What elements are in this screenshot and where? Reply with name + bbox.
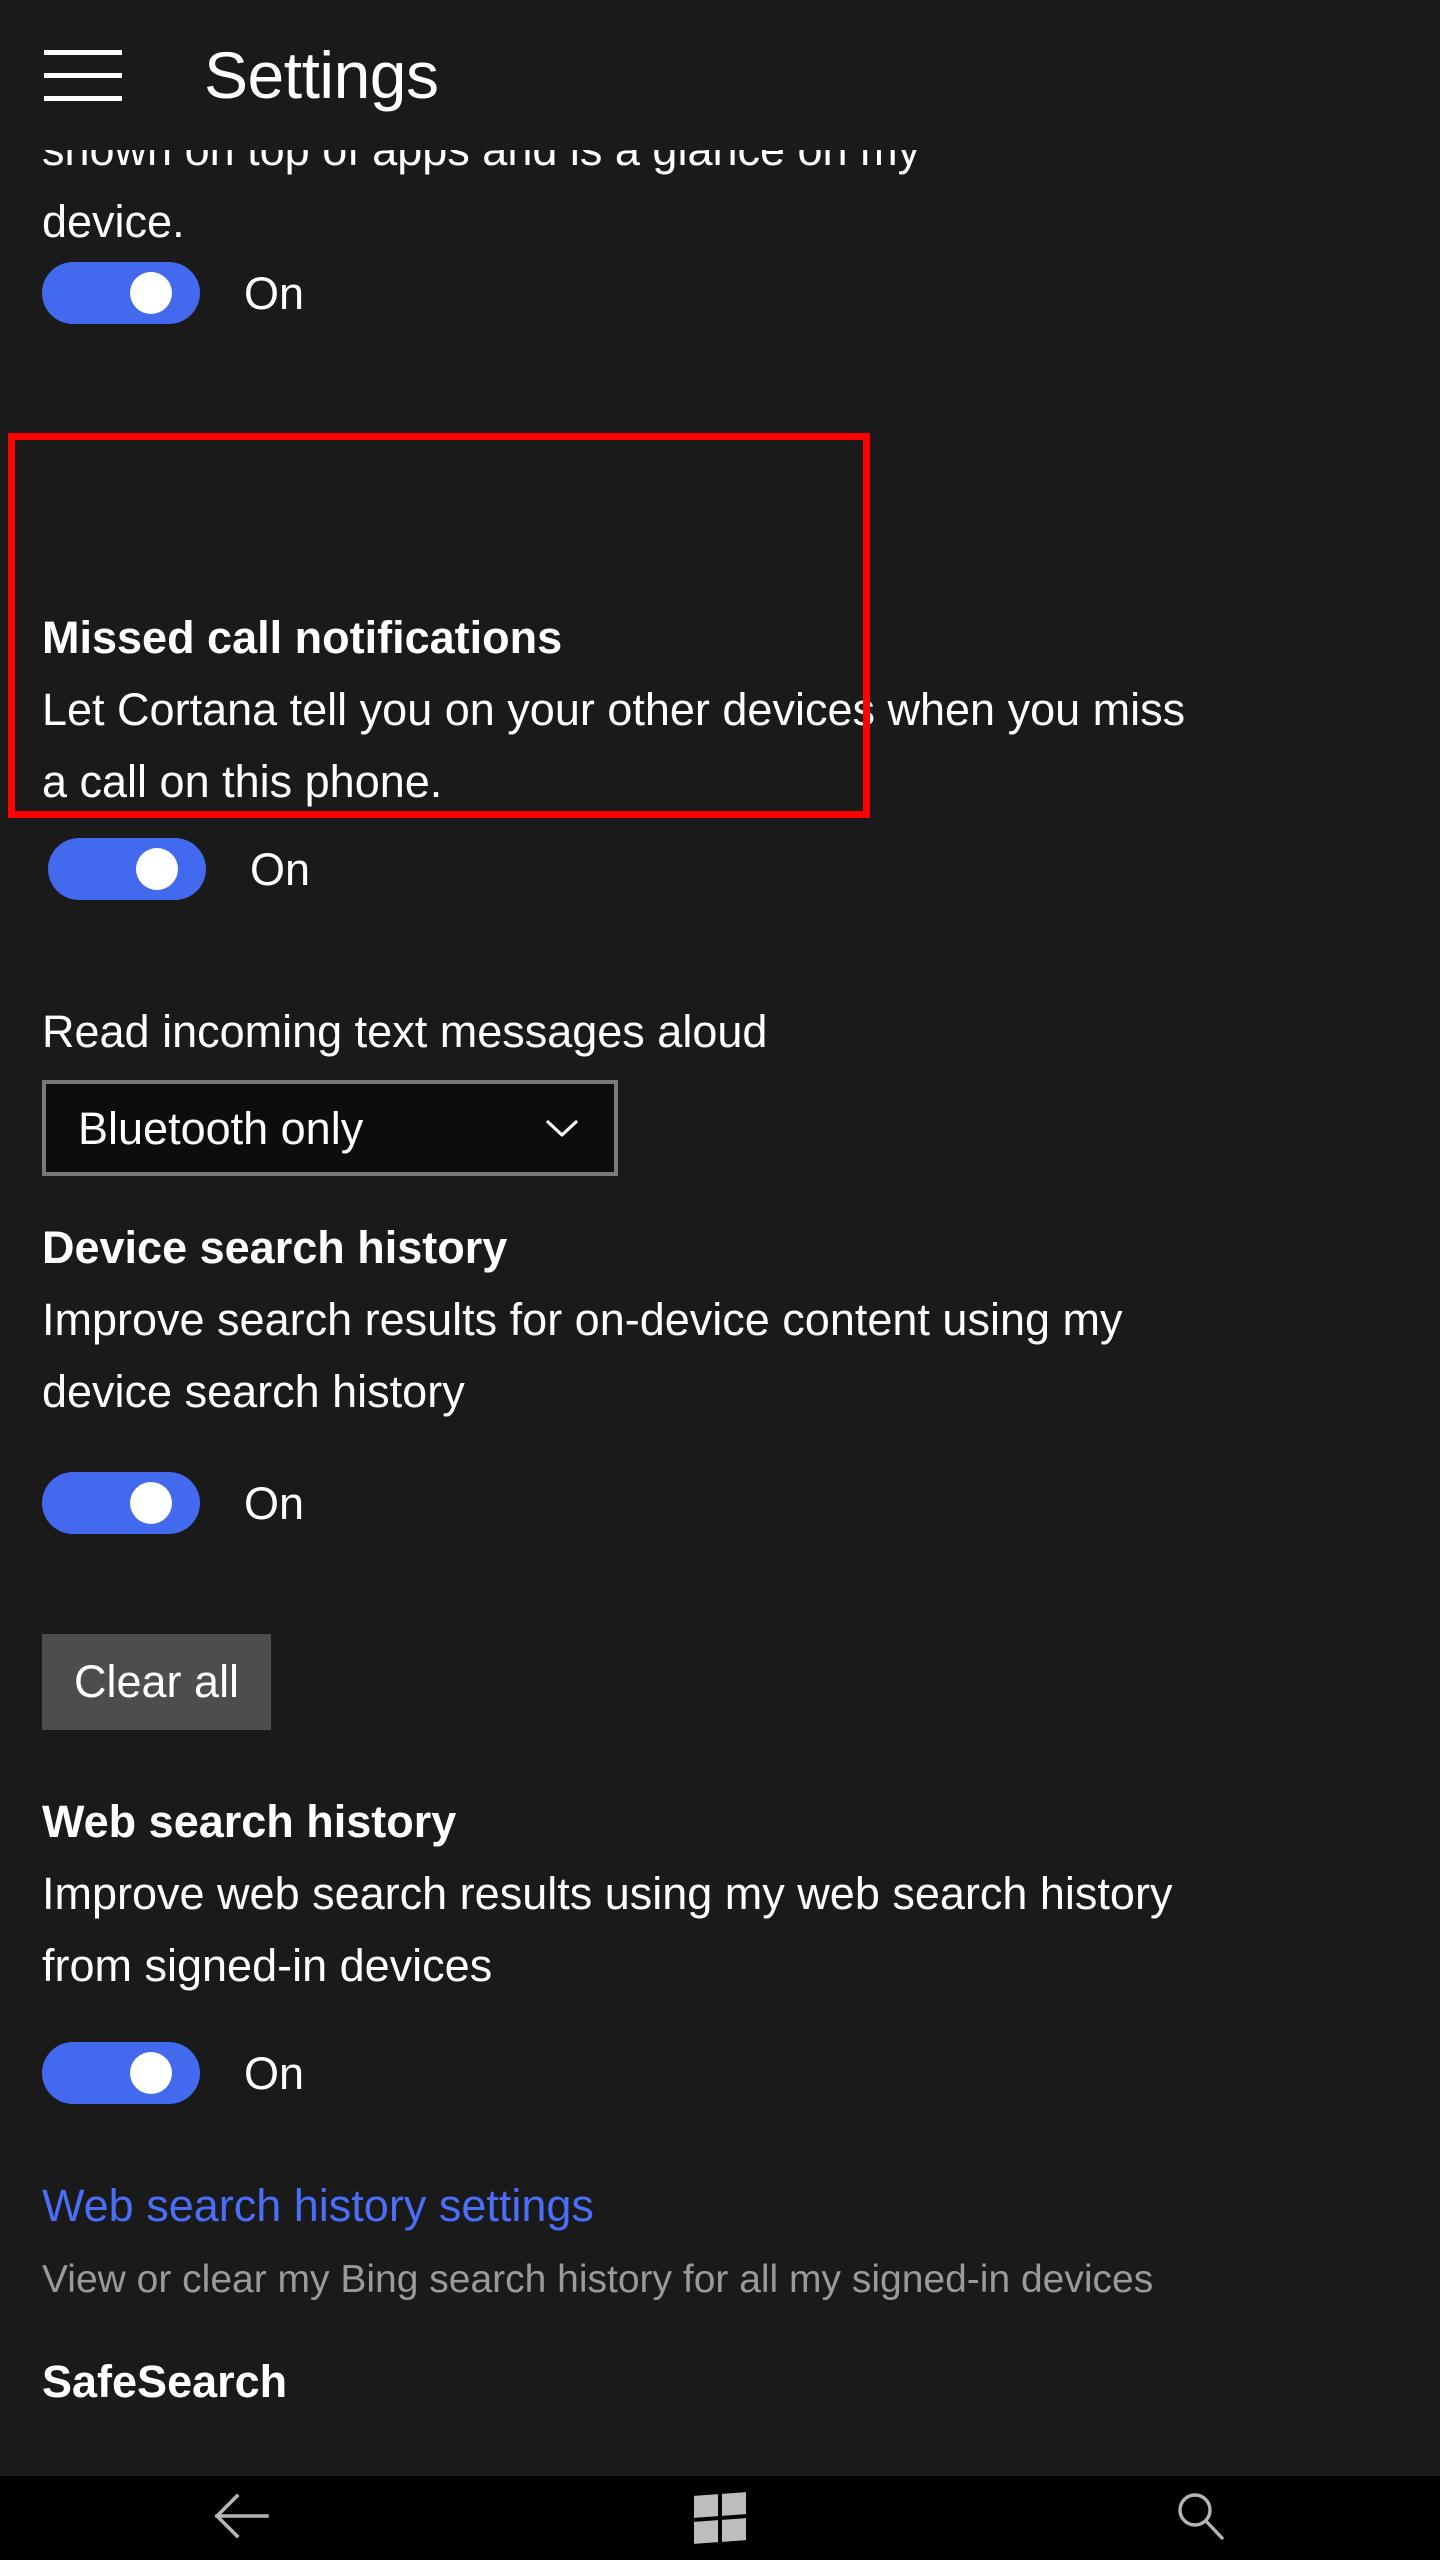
windows-logo-pane xyxy=(694,2494,718,2518)
web-search-history-settings-link[interactable]: Web search history settings xyxy=(42,2170,594,2242)
toggle-state-label: On xyxy=(244,2047,305,2099)
toggle-knob xyxy=(130,2052,172,2094)
web-search-history-title: Web search history xyxy=(42,1796,457,1847)
missed-call-notifications-description-line1: Let Cortana tell you on your other devic… xyxy=(42,684,1186,735)
missed-call-notifications-description-line2: a call on this phone. xyxy=(42,756,443,807)
search-icon xyxy=(1172,2488,1228,2549)
windows-logo-pane xyxy=(722,2492,746,2516)
read-aloud-dropdown[interactable]: Bluetooth only xyxy=(42,1080,618,1176)
windows-logo-pane xyxy=(722,2518,746,2542)
web-search-history-settings-sublabel: View or clear my Bing search history for… xyxy=(42,2258,1154,2301)
windows-logo-icon xyxy=(694,2492,746,2544)
web-search-history-description-line1: Improve web search results using my web … xyxy=(42,1868,1173,1919)
safesearch-title: SafeSearch xyxy=(42,2356,288,2407)
toggle-row-clipped-section: On xyxy=(42,262,304,324)
toggle-row-device-search-history: On xyxy=(42,1472,304,1534)
toggle-row-missed-call-notifications: On xyxy=(48,838,310,900)
toggle-switch-web-search-history[interactable] xyxy=(42,2042,200,2104)
missed-call-notifications-title: Missed call notifications xyxy=(42,612,563,663)
toggle-state-label: On xyxy=(250,843,311,895)
search-button[interactable] xyxy=(1100,2476,1300,2560)
clear-all-button[interactable]: Clear all xyxy=(42,1634,272,1730)
clipped-description-line: shown on top of apps and is a glance on … xyxy=(42,150,1382,186)
toggle-knob xyxy=(130,272,172,314)
partial-description-line: device. xyxy=(42,196,185,247)
chevron-down-icon xyxy=(540,1106,584,1150)
device-search-history-description-line1: Improve search results for on-device con… xyxy=(42,1294,1123,1345)
toggle-switch-clipped-section[interactable] xyxy=(42,262,200,324)
read-aloud-dropdown-value: Bluetooth only xyxy=(78,1102,364,1154)
toggle-row-web-search-history: On xyxy=(42,2042,304,2104)
hamburger-menu-icon[interactable] xyxy=(44,39,122,111)
back-arrow-icon xyxy=(207,2490,273,2547)
app-header: Settings xyxy=(0,0,1440,150)
device-search-history-title: Device search history xyxy=(42,1222,508,1273)
toggle-state-label: On xyxy=(244,267,305,319)
hamburger-line xyxy=(44,95,122,101)
toggle-knob xyxy=(130,1482,172,1524)
toggle-switch-missed-call-notifications[interactable] xyxy=(48,838,206,900)
windows-logo-pane xyxy=(694,2520,718,2544)
hamburger-line xyxy=(44,49,122,55)
system-navigation-bar xyxy=(0,2476,1440,2560)
web-search-history-description-line2: from signed-in devices xyxy=(42,1940,493,1991)
toggle-state-label: On xyxy=(244,1477,305,1529)
toggle-switch-device-search-history[interactable] xyxy=(42,1472,200,1534)
back-button[interactable] xyxy=(140,2476,340,2560)
home-button[interactable] xyxy=(620,2476,820,2560)
phone-screen: Settings shown on top of apps and is a g… xyxy=(0,0,1440,2560)
hamburger-line xyxy=(44,72,122,78)
settings-scroll-area[interactable]: shown on top of apps and is a glance on … xyxy=(0,150,1440,2476)
read-incoming-text-messages-aloud-label: Read incoming text messages aloud xyxy=(42,1006,768,1057)
toggle-knob xyxy=(136,848,178,890)
page-title: Settings xyxy=(204,38,439,112)
device-search-history-description-line2: device search history xyxy=(42,1366,465,1417)
